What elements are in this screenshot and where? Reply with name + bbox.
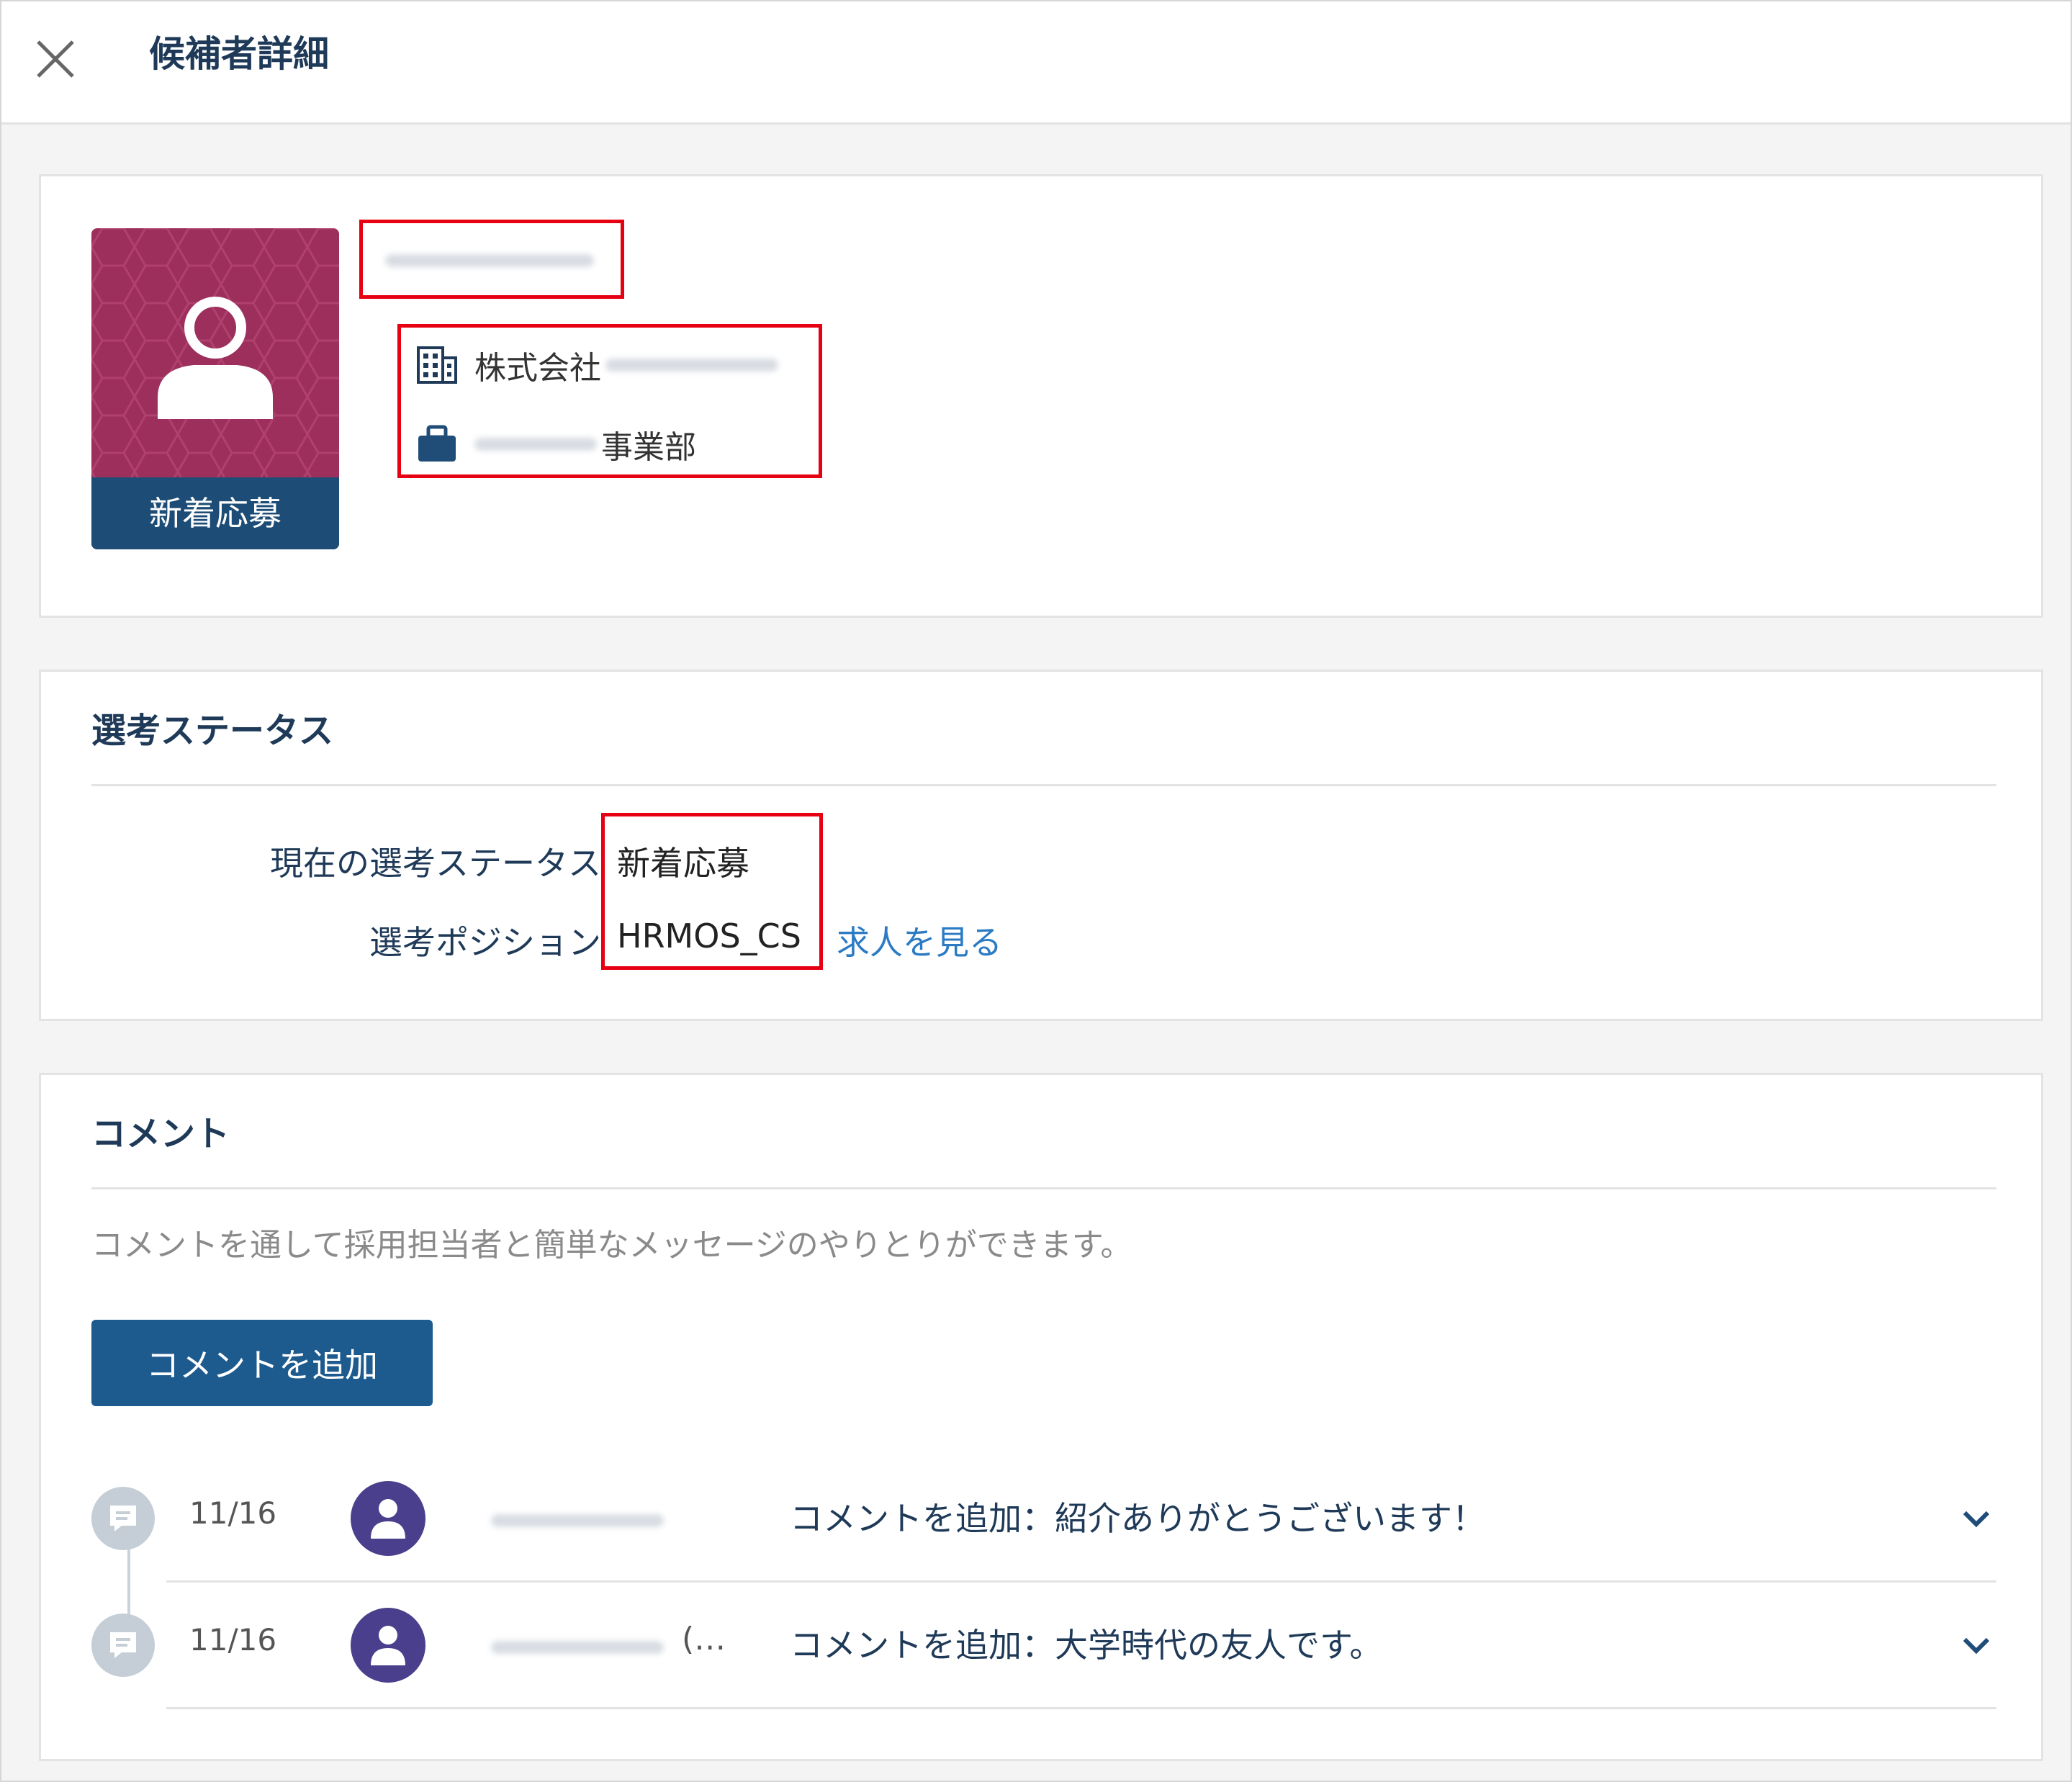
user-avatar xyxy=(351,1608,425,1683)
current-status-value: 新着応募 xyxy=(617,844,749,883)
comment-row[interactable]: 11/16 (… コメントを追加：大学時代の友人です。 xyxy=(91,1582,1996,1709)
comment-bubble-icon xyxy=(91,1487,155,1550)
comment-text: コメントを追加：紹介ありがとうございます！ xyxy=(790,1499,1485,1538)
chevron-down-icon[interactable] xyxy=(1959,1628,1994,1662)
position-label: 選考ポジション xyxy=(369,923,601,962)
page-title: 候補者詳細 xyxy=(149,33,329,75)
department-name-redacted xyxy=(474,438,597,451)
candidate-status-badge: 新着応募 xyxy=(91,477,339,549)
comments-card: コメント コメントを通して採用担当者と簡単なメッセージのやりとりができます。 コ… xyxy=(39,1073,2043,1761)
department-name: 事業部 xyxy=(601,429,696,466)
section-title-comments: コメント xyxy=(91,1114,230,1154)
comment-bubble-icon xyxy=(91,1614,155,1677)
building-icon xyxy=(417,346,457,384)
view-job-link[interactable]: 求人を見る xyxy=(837,917,1002,964)
section-divider xyxy=(91,784,1996,786)
person-icon xyxy=(158,297,273,419)
add-comment-button[interactable]: コメントを追加 xyxy=(91,1320,433,1406)
section-divider xyxy=(91,1187,1996,1189)
comment-author-redacted xyxy=(491,1641,664,1654)
comment-date: 11/16 xyxy=(189,1495,277,1531)
selection-status-card: 選考ステータス 現在の選考ステータス 選考ポジション 新着応募 HRMOS_CS… xyxy=(39,670,2043,1021)
company-name: 株式会社 xyxy=(474,350,601,387)
close-icon[interactable] xyxy=(34,37,77,81)
chevron-down-icon[interactable] xyxy=(1959,1501,1994,1536)
candidate-detail-panel: 候補者詳細 新着応募 株式会社 事業部 選考ステータス 現在の選考ステータス 選… xyxy=(0,0,2072,1782)
profile-card: 新着応募 株式会社 事業部 xyxy=(39,174,2043,618)
comment-text: コメントを追加：大学時代の友人です。 xyxy=(790,1626,1383,1665)
company-row: 株式会社 xyxy=(415,329,778,401)
user-avatar xyxy=(351,1481,425,1556)
comments-description: コメントを通して採用担当者と簡単なメッセージのやりとりができます。 xyxy=(91,1227,1132,1264)
comment-author-suffix: (… xyxy=(682,1621,726,1657)
section-title-status: 選考ステータス xyxy=(91,711,334,751)
briefcase-icon xyxy=(418,425,456,462)
position-value: HRMOS_CS xyxy=(617,917,801,955)
row-divider xyxy=(166,1707,1996,1709)
panel-header: 候補者詳細 xyxy=(1,1,2071,125)
comment-author-redacted xyxy=(491,1514,664,1527)
current-status-label: 現在の選考ステータス xyxy=(270,844,601,883)
candidate-avatar: 新着応募 xyxy=(91,228,339,549)
comment-date: 11/16 xyxy=(189,1622,277,1657)
comment-row[interactable]: 11/16 コメントを追加：紹介ありがとうございます！ xyxy=(91,1455,1996,1582)
candidate-name-redacted xyxy=(385,254,594,267)
department-row: 事業部 xyxy=(415,408,696,480)
company-name-redacted xyxy=(605,359,778,372)
